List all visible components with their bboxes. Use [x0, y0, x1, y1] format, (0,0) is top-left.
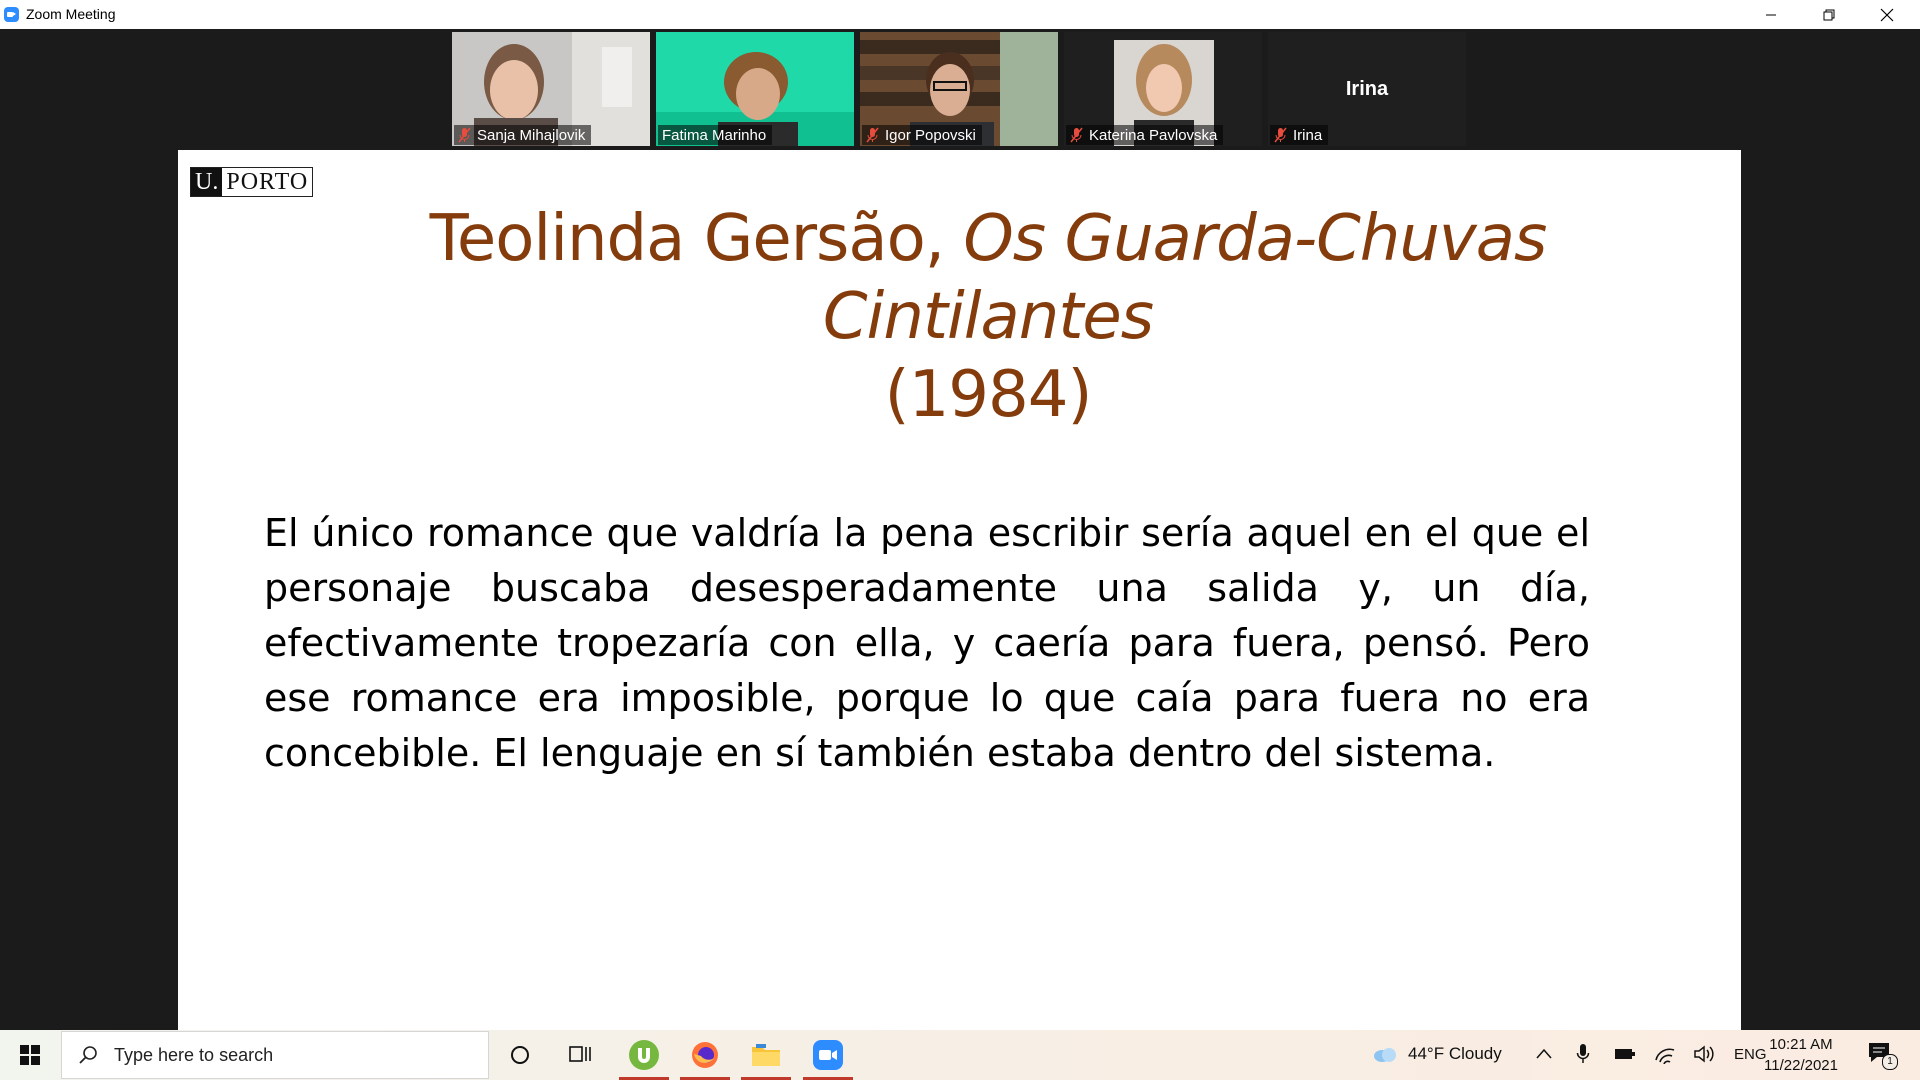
video-tile-igor[interactable]: Igor Popovski — [860, 32, 1058, 146]
utorrent-taskbar-button[interactable] — [616, 1030, 672, 1080]
close-button[interactable] — [1858, 0, 1916, 29]
title-bar: Zoom Meeting — [0, 0, 1920, 29]
zoom-video-icon — [813, 1040, 843, 1070]
taskbar-clock[interactable]: 10:21 AM 11/22/2021 — [1760, 1034, 1842, 1076]
restore-button[interactable] — [1800, 0, 1858, 29]
logo-mark: U. — [191, 168, 223, 196]
chevron-up-icon[interactable] — [1536, 1047, 1552, 1061]
participant-name: Sanja Mihajlovik — [477, 126, 586, 144]
search-icon — [79, 1046, 97, 1064]
search-input[interactable] — [112, 1043, 446, 1067]
video-tile-katerina[interactable]: Katerina Pavlovska — [1064, 32, 1262, 146]
slide-title: Teolinda Gersão, Os Guarda-Chuvas Cintil… — [278, 200, 1698, 434]
task-view-icon — [569, 1046, 591, 1062]
zoom-app-icon — [4, 7, 19, 22]
participant-name: Igor Popovski — [885, 126, 976, 144]
battery-icon[interactable] — [1614, 1046, 1636, 1062]
notification-badge: 1 — [1882, 1054, 1898, 1070]
action-center-button[interactable]: 1 — [1866, 1040, 1898, 1070]
participant-name-bar: Katerina Pavlovska — [1066, 125, 1224, 145]
participant-name: Irina — [1293, 126, 1323, 144]
microphone-icon[interactable] — [1576, 1043, 1590, 1065]
video-tile-sanja[interactable]: Sanja Mihajlovik — [452, 32, 650, 146]
cloudy-weather-icon — [1374, 1048, 1396, 1062]
minimize-button[interactable] — [1742, 0, 1800, 29]
participant-name-bar: Igor Popovski — [862, 125, 982, 145]
video-tile-irina[interactable]: Irina Irina — [1268, 32, 1466, 146]
window-title: Zoom Meeting — [26, 6, 116, 22]
firefox-taskbar-button[interactable] — [677, 1030, 733, 1080]
title-year: (1984) — [884, 358, 1093, 432]
participant-name-bar: Fatima Marinho — [658, 125, 773, 145]
participant-name: Fatima Marinho — [662, 126, 767, 144]
windows-logo-icon — [20, 1045, 40, 1065]
close-icon — [1880, 8, 1894, 21]
volume-icon[interactable] — [1693, 1044, 1717, 1064]
task-view-button[interactable] — [552, 1030, 608, 1080]
taskbar-search-box[interactable] — [61, 1031, 489, 1079]
participant-name-bar: Irina — [1270, 125, 1329, 145]
clock-time: 10:21 AM — [1769, 1036, 1833, 1053]
participant-name-large: Irina — [1345, 78, 1389, 100]
shared-screen-slide: U. PORTO Teolinda Gersão, Os Guarda-Chuv… — [178, 150, 1741, 1031]
windows-taskbar: 44°F Cloudy ENG 10:21 AM 11/22/2021 1 — [0, 1030, 1920, 1080]
firefox-icon — [692, 1042, 718, 1068]
cortana-circle-icon — [511, 1046, 529, 1064]
minimize-icon — [1766, 14, 1776, 15]
start-button[interactable] — [0, 1030, 60, 1080]
file-explorer-taskbar-button[interactable] — [738, 1030, 794, 1080]
uporto-logo: U. PORTO — [190, 167, 314, 197]
title-author: Teolinda Gersão, — [429, 202, 964, 276]
clock-date: 11/22/2021 — [1764, 1057, 1838, 1074]
participant-name: Katerina Pavlovska — [1089, 126, 1218, 144]
restore-icon — [1823, 9, 1835, 20]
participant-name-bar: Sanja Mihajlovik — [454, 125, 592, 145]
zoom-taskbar-button[interactable] — [800, 1030, 856, 1080]
slide-quote: El único romance que valdría la pena esc… — [264, 511, 1590, 775]
video-tile-fatima[interactable]: Fatima Marinho — [656, 32, 854, 146]
microphone-muted-icon — [866, 127, 879, 143]
microphone-muted-icon — [1070, 127, 1083, 143]
utorrent-icon — [629, 1040, 659, 1070]
logo-text: PORTO — [226, 169, 309, 195]
wifi-icon[interactable] — [1654, 1044, 1676, 1064]
microphone-muted-icon — [1274, 127, 1287, 143]
weather-readout[interactable]: 44°F Cloudy — [1408, 1044, 1502, 1064]
folder-icon — [752, 1044, 780, 1066]
cortana-button[interactable] — [492, 1030, 548, 1080]
microphone-muted-icon — [458, 127, 471, 143]
